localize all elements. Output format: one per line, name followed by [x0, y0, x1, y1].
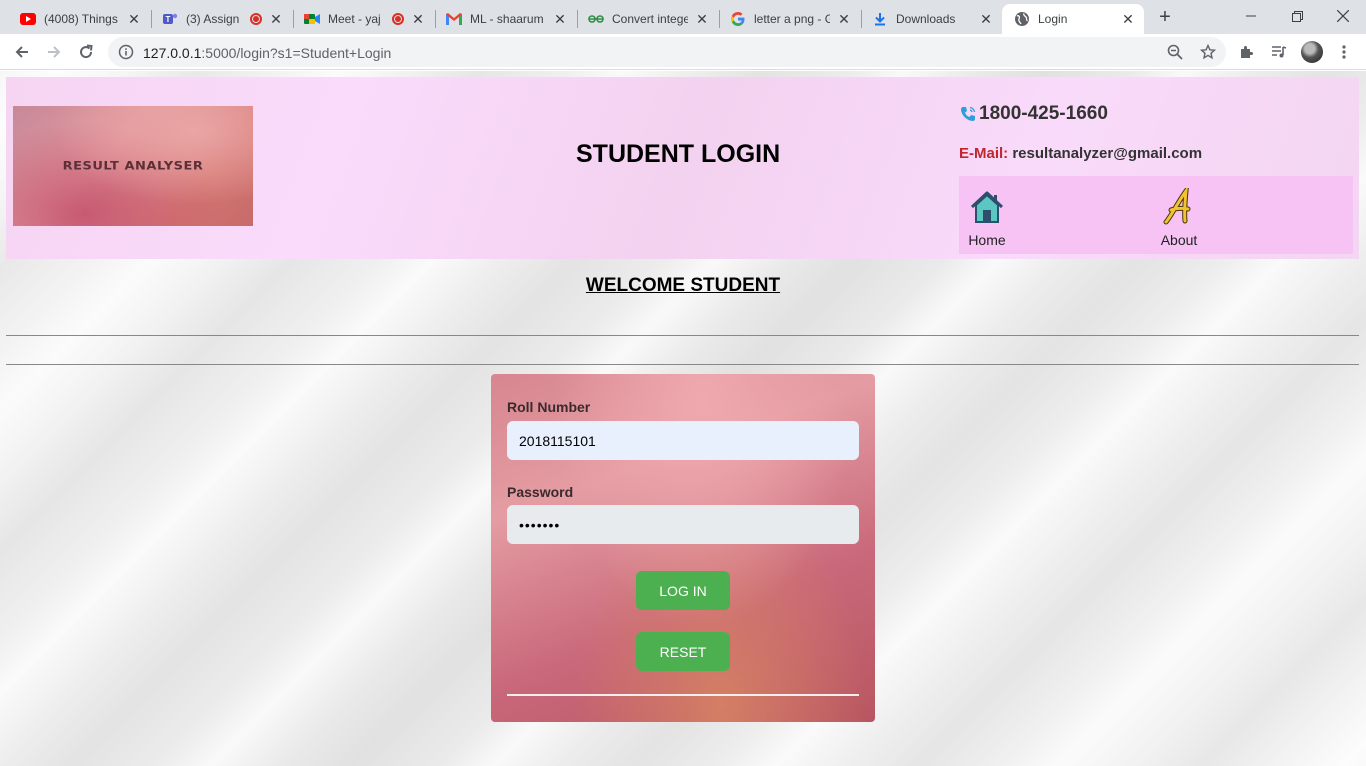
globe-icon — [1014, 11, 1030, 27]
download-icon — [872, 11, 888, 27]
recording-icon — [250, 13, 262, 25]
divider — [6, 335, 1359, 336]
url-path: :5000/login?s1=Student+Login — [201, 45, 392, 61]
nav-home-label: Home — [968, 232, 1006, 248]
tab-geeksforgeeks[interactable]: Convert intege ✕ — [576, 4, 718, 34]
tab-strip: (4008) Things ✕ T (3) Assign ✕ Meet - ya… — [0, 0, 1366, 34]
tab-title: Meet - yaj — [328, 12, 381, 26]
tab-youtube[interactable]: (4008) Things ✕ — [8, 4, 150, 34]
roll-number-label: Roll Number — [507, 399, 591, 415]
contact-email: E-Mail: resultanalyzer@gmail.com — [959, 145, 1202, 162]
tab-title: Login — [1038, 12, 1068, 26]
geeksforgeeks-icon — [588, 11, 604, 27]
zoom-icon[interactable] — [1164, 41, 1186, 63]
nav-about-label: About — [1160, 232, 1198, 248]
minimize-button[interactable] — [1228, 0, 1274, 32]
extensions-puzzle-icon[interactable] — [1236, 41, 1258, 63]
tab-title: letter a png - G — [754, 12, 830, 26]
close-tab-icon[interactable]: ✕ — [410, 11, 426, 27]
site-logo: RESULT ANALYSER — [13, 106, 253, 226]
gmail-icon — [446, 11, 462, 27]
letter-a-icon — [1160, 182, 1198, 226]
browser-menu-icon[interactable] — [1333, 41, 1355, 63]
tab-title: Downloads — [896, 12, 956, 26]
tab-downloads[interactable]: Downloads ✕ — [860, 4, 1002, 34]
welcome-heading: WELCOME STUDENT — [585, 275, 781, 296]
roll-number-input[interactable] — [507, 421, 859, 460]
site-info-icon[interactable] — [118, 44, 134, 60]
password-label: Password — [507, 484, 574, 500]
profile-avatar[interactable] — [1301, 41, 1323, 63]
url-host: 127.0.0.1 — [143, 45, 202, 61]
form-divider — [507, 694, 859, 696]
youtube-icon — [20, 11, 36, 27]
close-tab-icon[interactable]: ✕ — [268, 11, 284, 27]
home-icon — [968, 188, 1006, 226]
reload-button[interactable] — [72, 38, 100, 66]
email-label: E-Mail: — [959, 145, 1009, 162]
browser-toolbar: 127.0.0.1:5000/login?s1=Student+Login — [0, 34, 1366, 70]
close-tab-icon[interactable]: ✕ — [126, 11, 142, 27]
google-icon — [730, 11, 746, 27]
phone-icon — [959, 105, 977, 123]
media-queue-icon[interactable] — [1268, 41, 1290, 63]
reset-button[interactable]: RESET — [636, 632, 730, 671]
site-header: RESULT ANALYSER STUDENT LOGIN 1800-425-1… — [6, 77, 1359, 259]
close-tab-icon[interactable]: ✕ — [694, 11, 710, 27]
tab-login[interactable]: Login ✕ — [1002, 4, 1144, 34]
back-button[interactable] — [8, 38, 36, 66]
close-tab-icon[interactable]: ✕ — [978, 11, 994, 27]
tab-meet[interactable]: Meet - yaj ✕ — [292, 4, 434, 34]
email-address: resultanalyzer@gmail.com — [1012, 145, 1203, 162]
restore-button[interactable] — [1274, 0, 1320, 32]
forward-button[interactable] — [40, 38, 68, 66]
new-tab-button[interactable]: + — [1153, 5, 1177, 29]
phone-number: 1800-425-1660 — [979, 103, 1108, 124]
header-nav: Home About — [959, 176, 1353, 254]
password-input[interactable] — [507, 505, 859, 544]
nav-about[interactable]: About — [1159, 182, 1199, 248]
page-title: STUDENT LOGIN — [576, 140, 781, 168]
tab-title: (3) Assign — [186, 12, 240, 26]
meet-icon — [304, 11, 320, 27]
bookmark-star-icon[interactable] — [1197, 41, 1219, 63]
tab-teams[interactable]: T (3) Assign ✕ — [150, 4, 292, 34]
close-tab-icon[interactable]: ✕ — [836, 11, 852, 27]
close-window-button[interactable] — [1320, 0, 1366, 32]
tab-title: (4008) Things — [44, 12, 118, 26]
address-bar[interactable]: 127.0.0.1:5000/login?s1=Student+Login — [108, 37, 1226, 67]
login-button[interactable]: LOG IN — [636, 571, 730, 610]
teams-icon: T — [162, 11, 178, 27]
url-text: 127.0.0.1:5000/login?s1=Student+Login — [143, 45, 391, 61]
tab-title: ML - shaarum — [470, 12, 544, 26]
login-form: Roll Number Password LOG IN RESET — [491, 374, 875, 722]
page-viewport: RESULT ANALYSER STUDENT LOGIN 1800-425-1… — [0, 71, 1366, 766]
tab-gmail[interactable]: ML - shaarum ✕ — [434, 4, 576, 34]
divider — [6, 364, 1359, 365]
svg-text:T: T — [166, 15, 171, 24]
tab-title: Convert intege — [612, 12, 688, 26]
logo-text: RESULT ANALYSER — [62, 159, 204, 173]
close-tab-icon[interactable]: ✕ — [1120, 11, 1136, 27]
close-tab-icon[interactable]: ✕ — [552, 11, 568, 27]
recording-icon — [392, 13, 404, 25]
nav-home[interactable]: Home — [963, 188, 1011, 248]
tab-google[interactable]: letter a png - G ✕ — [718, 4, 860, 34]
contact-phone: 1800-425-1660 — [959, 103, 1108, 125]
